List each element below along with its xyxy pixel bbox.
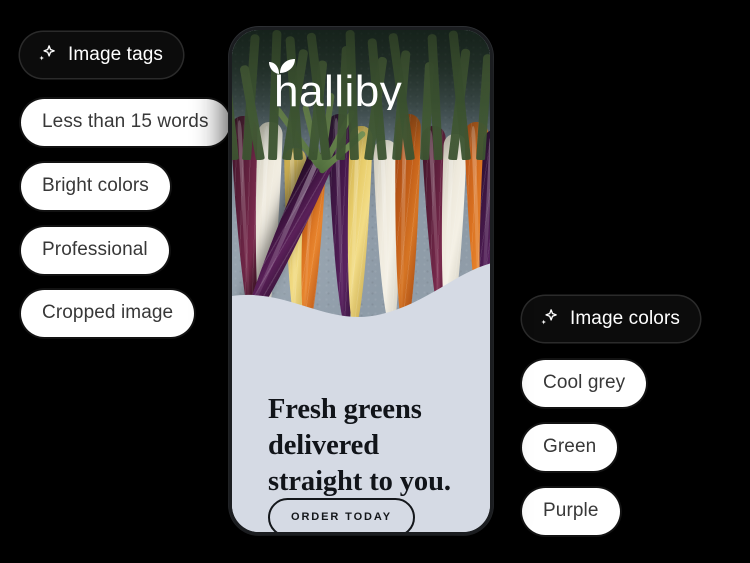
- tag-pill-label: Cropped image: [42, 302, 174, 323]
- sparkle-icon: [39, 45, 55, 61]
- ad-text-panel: Fresh greens delivered straight to you. …: [232, 330, 490, 532]
- tag-pill-label: Bright colors: [42, 175, 149, 196]
- color-pill[interactable]: Cool grey: [522, 360, 647, 407]
- order-today-button[interactable]: ORDER TODAY: [268, 498, 415, 532]
- phone-mockup-preview[interactable]: halliby Fresh greens delivered straight …: [229, 27, 493, 535]
- sparkle-icon: [541, 309, 557, 325]
- image-tags-label: Image tags: [68, 43, 163, 65]
- brand-logo: halliby: [268, 56, 404, 110]
- headline-line: delivered: [268, 430, 379, 462]
- tag-pill-label: Professional: [42, 239, 148, 260]
- tag-pill[interactable]: Cropped image: [21, 290, 195, 337]
- svg-text:halliby: halliby: [274, 67, 402, 110]
- color-pill-label: Purple: [543, 500, 599, 521]
- headline-line: straight to you.: [268, 466, 451, 498]
- color-pill-label: Green: [543, 436, 597, 457]
- canvas: Image tags Less than 15 words Bright col…: [0, 0, 750, 563]
- tag-pill[interactable]: Less than 15 words: [21, 99, 230, 146]
- ad-creative: halliby Fresh greens delivered straight …: [232, 30, 490, 532]
- tag-pill-label: Less than 15 words: [42, 111, 209, 132]
- carrot-photo: halliby: [232, 30, 490, 342]
- ad-headline: Fresh greens delivered straight to you.: [268, 392, 470, 501]
- color-pill-label: Cool grey: [543, 372, 626, 393]
- image-colors-header[interactable]: Image colors: [522, 296, 700, 342]
- image-tags-header[interactable]: Image tags: [20, 32, 183, 78]
- color-pill[interactable]: Purple: [522, 488, 620, 535]
- image-colors-label: Image colors: [570, 307, 680, 329]
- tag-pill[interactable]: Professional: [21, 227, 169, 274]
- headline-line: Fresh greens: [268, 394, 422, 425]
- leaf-sprout-icon: halliby: [269, 59, 402, 110]
- color-pill[interactable]: Green: [522, 424, 618, 471]
- tag-pill[interactable]: Bright colors: [21, 163, 170, 210]
